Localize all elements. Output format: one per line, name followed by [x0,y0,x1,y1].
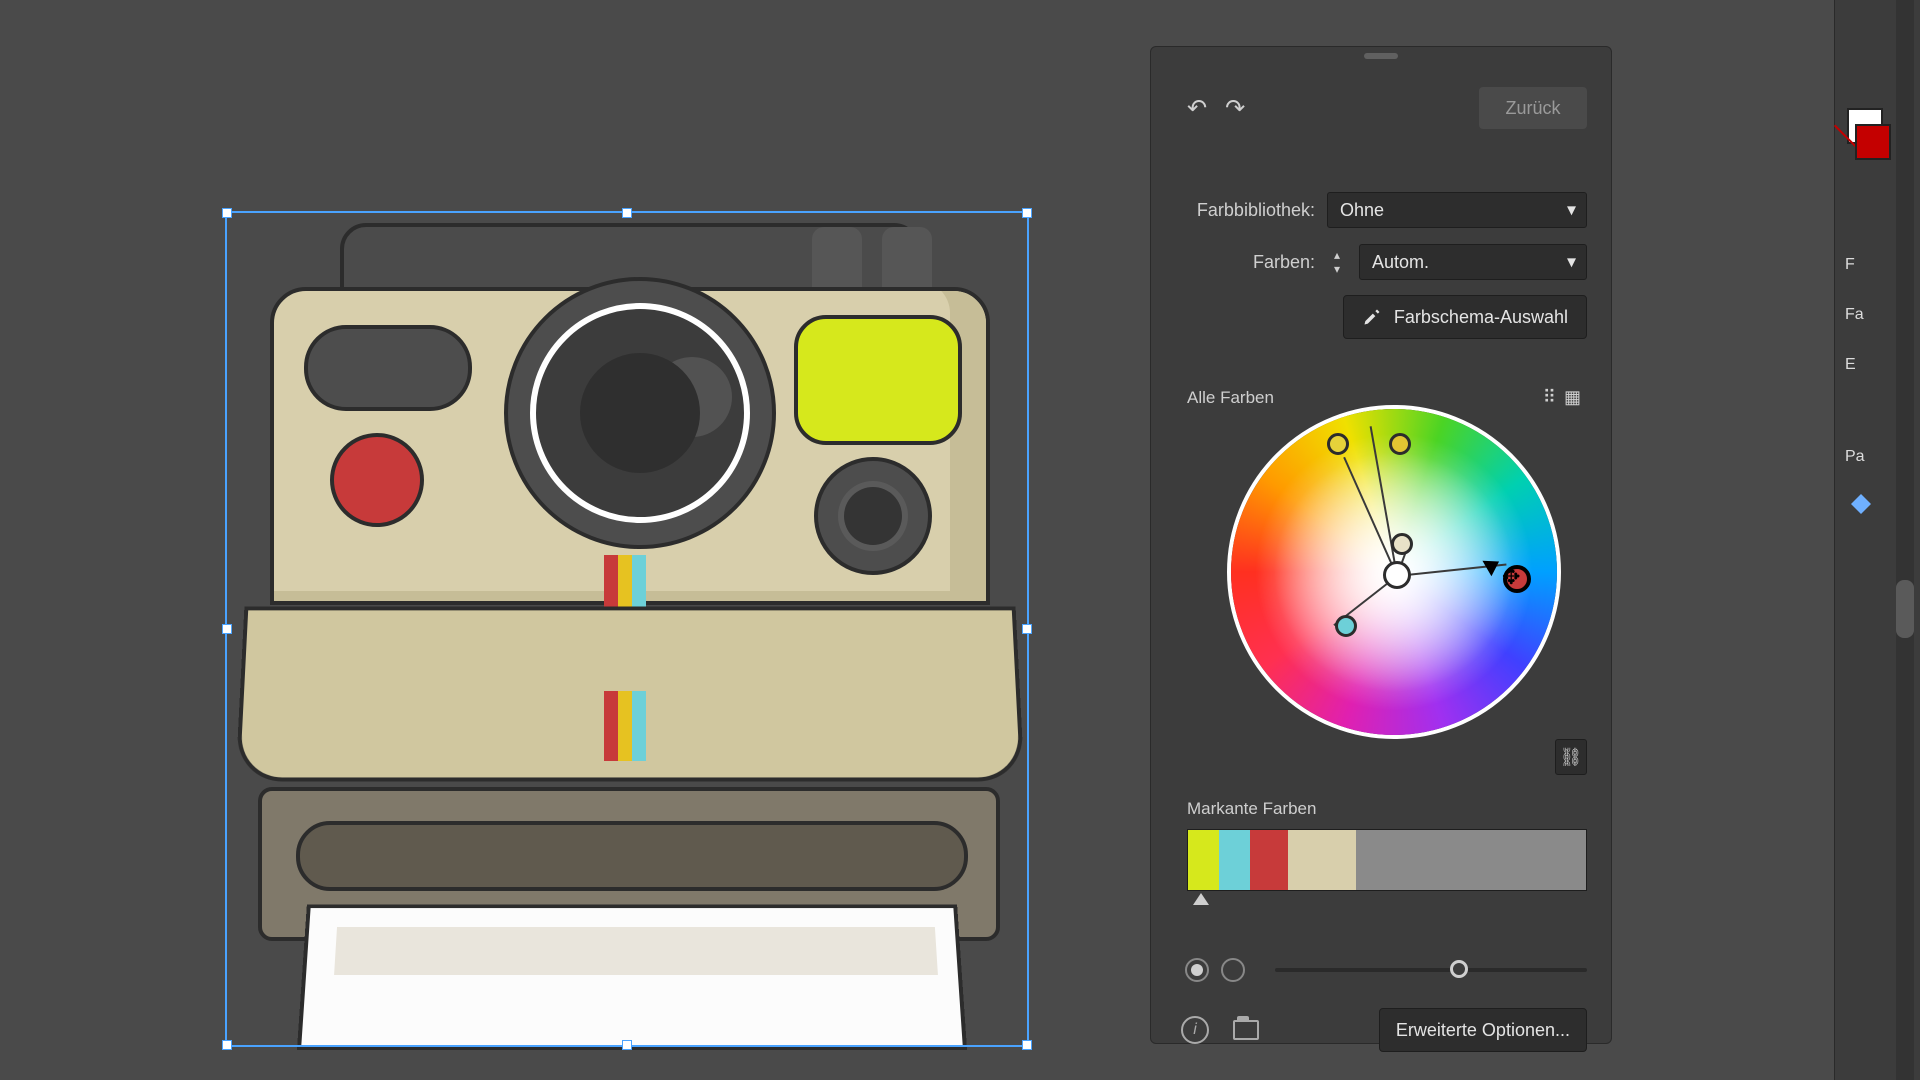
wheel-node-center-a[interactable] [1391,533,1413,555]
colors-count-label: Farben: [1175,252,1315,273]
eyedropper-icon [1362,307,1382,327]
swatch-cyan[interactable] [1219,830,1250,890]
swatch-selection-marker[interactable] [1193,893,1209,905]
prominent-color-swatches[interactable] [1187,829,1587,891]
reset-button[interactable]: Zurück [1479,87,1587,129]
link-harmony-button[interactable]: ⛓ [1555,739,1587,775]
chevron-down-icon: ▾ [1567,252,1576,273]
resize-handle-tl[interactable] [222,208,232,218]
swatch-cream[interactable] [1288,830,1356,890]
colors-stepper[interactable]: ▴▾ [1327,244,1347,280]
color-theme-picker-label: Farbschema-Auswahl [1394,307,1568,328]
color-theme-picker-button[interactable]: Farbschema-Auswahl [1343,295,1587,339]
dock-group-label[interactable]: Fa [1845,306,1864,324]
wheel-node-yellow-b[interactable] [1389,433,1411,455]
prominent-colors-label: Markante Farben [1187,799,1316,819]
undo-icon[interactable]: ↶ [1187,92,1207,124]
dock-group-label[interactable]: E [1845,356,1856,374]
swatch-red[interactable] [1250,830,1287,890]
redo-icon[interactable]: ↷ [1225,92,1245,124]
dock-group-label[interactable]: F [1845,256,1855,274]
resize-handle-br[interactable] [1022,1040,1032,1050]
brightness-mode-radio[interactable] [1221,958,1245,982]
resize-handle-ml[interactable] [222,624,232,634]
swatch-yellow[interactable] [1188,830,1219,890]
resize-handle-tr[interactable] [1022,208,1032,218]
dock-scrollbar-track[interactable] [1896,0,1914,1080]
panel-gripper[interactable] [1364,53,1398,59]
info-icon[interactable]: i [1181,1016,1209,1044]
dock-group-label[interactable]: Pa [1845,448,1865,466]
saturation-mode-radio[interactable] [1185,958,1209,982]
selection-bounds[interactable] [225,211,1029,1047]
slider-thumb[interactable] [1450,960,1468,978]
resize-handle-bm[interactable] [622,1040,632,1050]
dock-scrollbar-thumb[interactable] [1896,580,1914,638]
resize-handle-mr[interactable] [1022,624,1032,634]
swatch-gray[interactable] [1356,830,1586,890]
diamond-icon[interactable] [1847,490,1875,518]
color-library-value: Ohne [1340,200,1384,221]
wheel-node-yellow-a[interactable] [1327,433,1349,455]
chevron-down-icon: ▾ [1567,200,1576,221]
resize-handle-tm[interactable] [622,208,632,218]
color-library-dropdown[interactable]: Ohne ▾ [1327,192,1587,228]
artboard-canvas[interactable] [0,0,1920,1080]
colors-count-dropdown[interactable]: Autom. ▾ [1359,244,1587,280]
wheel-node-cyan[interactable] [1335,615,1357,637]
wheel-center-handle[interactable] [1383,561,1411,589]
color-library-label: Farbbibliothek: [1175,200,1315,221]
save-color-group-icon[interactable] [1233,1020,1259,1040]
adjust-slider[interactable] [1275,968,1587,972]
right-dock: F Fa E Pa [1834,0,1920,1080]
advanced-options-button[interactable]: Erweiterte Optionen... [1379,1008,1587,1052]
recolor-artwork-panel: ↶ ↷ Zurück Farbbibliothek: Ohne ▾ Farben… [1150,46,1612,1044]
colors-count-value: Autom. [1372,252,1429,273]
stroke-swatch[interactable] [1855,124,1891,160]
resize-handle-bl[interactable] [222,1040,232,1050]
